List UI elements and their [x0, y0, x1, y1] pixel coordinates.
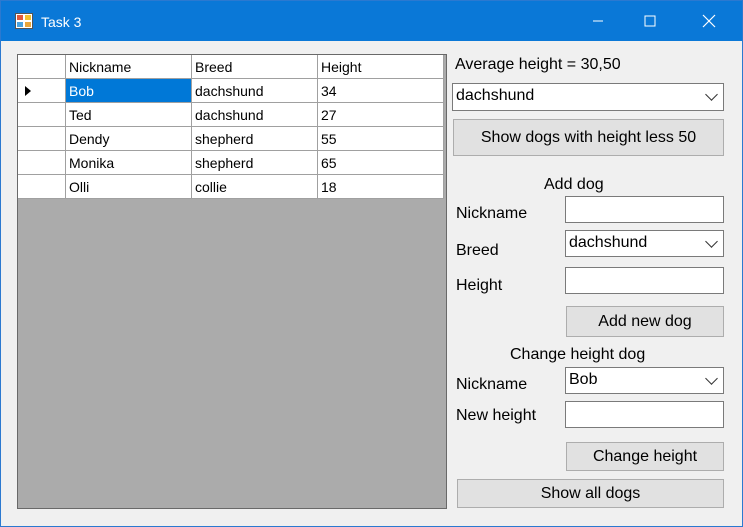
cell-nickname[interactable]: Dendy: [65, 126, 192, 151]
row-header[interactable]: [18, 174, 66, 199]
change-nickname-label: Nickname: [456, 376, 528, 393]
cell-breed[interactable]: collie: [191, 174, 318, 199]
cell-breed[interactable]: dachshund: [191, 78, 318, 103]
app-icon: [15, 13, 33, 29]
add-breed-value: dachshund: [569, 234, 648, 251]
main-window: Task 3 Nickname Breed Height Bob dachshu…: [0, 0, 743, 527]
table-header-row: Nickname Breed Height: [18, 55, 444, 79]
chevron-down-icon: [705, 88, 718, 101]
add-breed-label: Breed: [456, 242, 499, 259]
cell-height[interactable]: 65: [317, 150, 444, 175]
column-header-height[interactable]: Height: [317, 55, 444, 79]
current-row-arrow-icon: [25, 86, 31, 96]
cell-height[interactable]: 18: [317, 174, 444, 199]
new-height-label: New height: [456, 407, 537, 424]
column-header-breed[interactable]: Breed: [191, 55, 318, 79]
table-row[interactable]: Monika shepherd 65: [18, 150, 444, 175]
maximize-icon: [644, 15, 656, 27]
column-header-nickname[interactable]: Nickname: [65, 55, 192, 79]
add-nickname-input[interactable]: [565, 196, 724, 223]
change-height-button[interactable]: Change height: [566, 442, 724, 471]
cell-height[interactable]: 55: [317, 126, 444, 151]
show-less-50-button[interactable]: Show dogs with height less 50: [453, 119, 724, 156]
close-button[interactable]: [686, 1, 732, 41]
dogs-data-grid[interactable]: Nickname Breed Height Bob dachshund 34 T…: [17, 54, 447, 509]
average-height-label: Average height = 30,50: [455, 56, 621, 73]
change-nickname-combobox[interactable]: Bob: [565, 367, 724, 394]
cell-nickname[interactable]: Bob: [65, 78, 192, 103]
table-row[interactable]: Bob dachshund 34: [18, 78, 444, 103]
chevron-down-icon: [705, 235, 718, 248]
add-dog-heading: Add dog: [544, 176, 604, 193]
show-all-dogs-button[interactable]: Show all dogs: [457, 479, 724, 508]
chevron-down-icon: [705, 372, 718, 385]
row-header[interactable]: [18, 102, 66, 127]
close-icon: [702, 14, 716, 28]
add-breed-combobox[interactable]: dachshund: [565, 230, 724, 257]
cell-height[interactable]: 27: [317, 102, 444, 127]
minimize-button[interactable]: [575, 1, 621, 41]
maximize-button[interactable]: [627, 1, 673, 41]
breed-filter-value: dachshund: [456, 87, 535, 104]
row-header[interactable]: [18, 150, 66, 175]
table-row[interactable]: Ted dachshund 27: [18, 102, 444, 127]
window-title: Task 3: [41, 14, 82, 30]
minimize-icon: [593, 20, 603, 22]
add-height-label: Height: [456, 277, 503, 294]
add-new-dog-button[interactable]: Add new dog: [566, 306, 724, 337]
cell-nickname[interactable]: Olli: [65, 174, 192, 199]
new-height-input[interactable]: [565, 401, 724, 428]
row-header[interactable]: [18, 126, 66, 151]
row-header-corner[interactable]: [18, 55, 66, 79]
table-row[interactable]: Olli collie 18: [18, 174, 444, 199]
title-bar[interactable]: Task 3: [1, 1, 742, 41]
table-row[interactable]: Dendy shepherd 55: [18, 126, 444, 151]
change-height-heading: Change height dog: [510, 346, 646, 363]
breed-filter-combobox[interactable]: dachshund: [452, 83, 724, 111]
dogs-table: Nickname Breed Height Bob dachshund 34 T…: [18, 55, 444, 199]
add-nickname-label: Nickname: [456, 205, 528, 222]
cell-breed[interactable]: shepherd: [191, 126, 318, 151]
change-nickname-value: Bob: [569, 371, 598, 388]
cell-breed[interactable]: dachshund: [191, 102, 318, 127]
cell-height[interactable]: 34: [317, 78, 444, 103]
cell-breed[interactable]: shepherd: [191, 150, 318, 175]
add-height-input[interactable]: [565, 267, 724, 294]
cell-nickname[interactable]: Monika: [65, 150, 192, 175]
cell-nickname[interactable]: Ted: [65, 102, 192, 127]
row-header[interactable]: [18, 78, 66, 103]
